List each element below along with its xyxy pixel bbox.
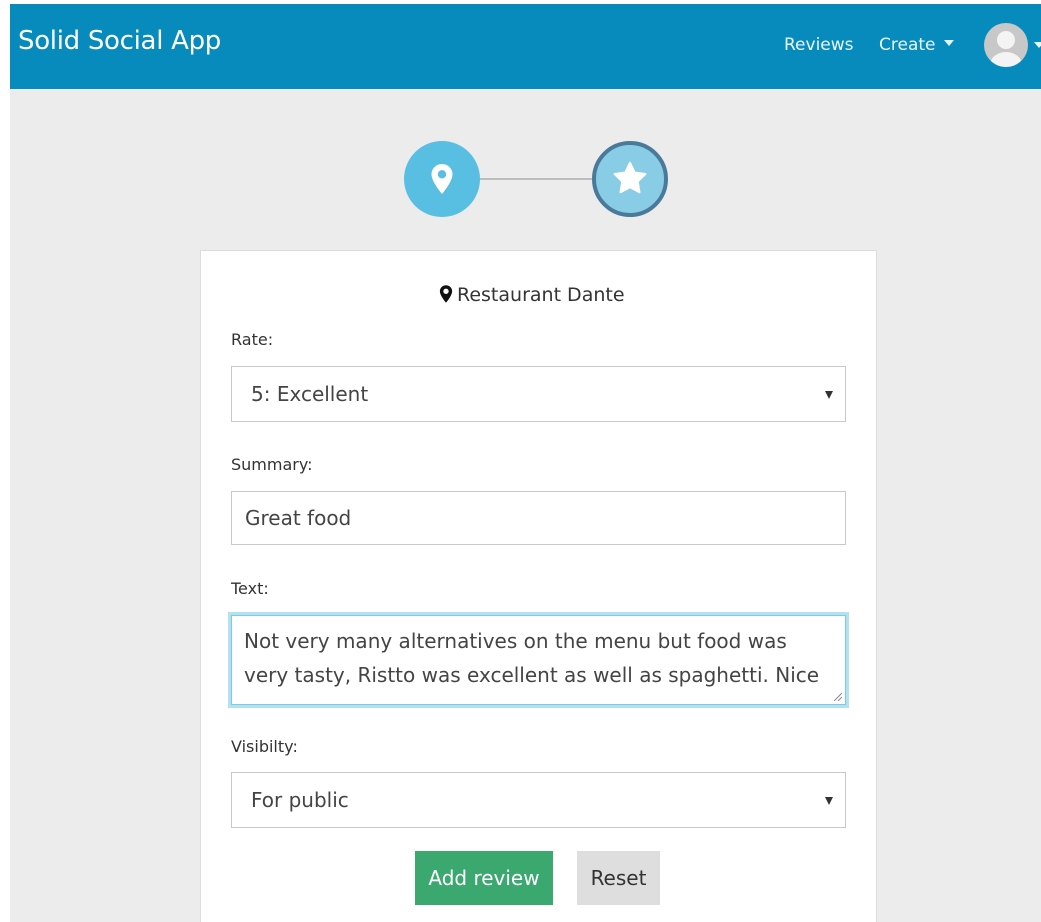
app-title[interactable]: Solid Social App	[18, 26, 221, 56]
stepper-connector	[480, 178, 592, 180]
main-content: Restaurant Dante Rate: 5: Excellent Summ…	[10, 89, 1041, 922]
rate-label: Rate:	[231, 330, 274, 349]
select-arrow-icon	[825, 391, 833, 399]
step-location[interactable]	[404, 141, 480, 217]
summary-input[interactable]: Great food	[231, 491, 846, 545]
add-review-button[interactable]: Add review	[415, 851, 553, 905]
visibility-selected-value: For public	[251, 788, 349, 812]
visibility-select[interactable]: For public	[231, 772, 846, 828]
nav-create-label: Create	[879, 35, 936, 55]
reset-button[interactable]: Reset	[577, 851, 660, 905]
map-marker-icon	[431, 164, 453, 194]
visibility-label: Visibilty:	[231, 737, 298, 756]
resize-handle-icon[interactable]	[832, 691, 842, 701]
review-text-value: Not very many alternatives on the menu b…	[244, 629, 820, 687]
review-form-card: Restaurant Dante Rate: 5: Excellent Summ…	[200, 250, 877, 922]
summary-label: Summary:	[231, 455, 313, 474]
map-marker-icon	[439, 285, 453, 303]
rate-selected-value: 5: Excellent	[251, 382, 369, 406]
star-icon	[613, 161, 647, 194]
review-text-area[interactable]: Not very many alternatives on the menu b…	[231, 615, 846, 705]
review-stepper	[404, 136, 674, 217]
caret-down-icon	[943, 40, 954, 46]
user-silhouette-icon	[990, 31, 1022, 67]
user-avatar[interactable]	[984, 23, 1028, 67]
text-label: Text:	[231, 579, 269, 598]
select-arrow-icon	[825, 797, 833, 805]
place-name: Restaurant Dante	[457, 284, 625, 306]
rate-select[interactable]: 5: Excellent	[231, 366, 846, 422]
nav-create-dropdown[interactable]: Create	[879, 35, 954, 55]
place-heading: Restaurant Dante	[439, 284, 625, 306]
avatar-caret-down-icon[interactable]	[1034, 42, 1041, 48]
nav-reviews-link[interactable]: Reviews	[784, 35, 854, 55]
step-review[interactable]	[592, 141, 668, 217]
navbar: Solid Social App Reviews Create	[10, 0, 1041, 89]
page: Solid Social App Reviews Create Restaura…	[0, 0, 1041, 922]
